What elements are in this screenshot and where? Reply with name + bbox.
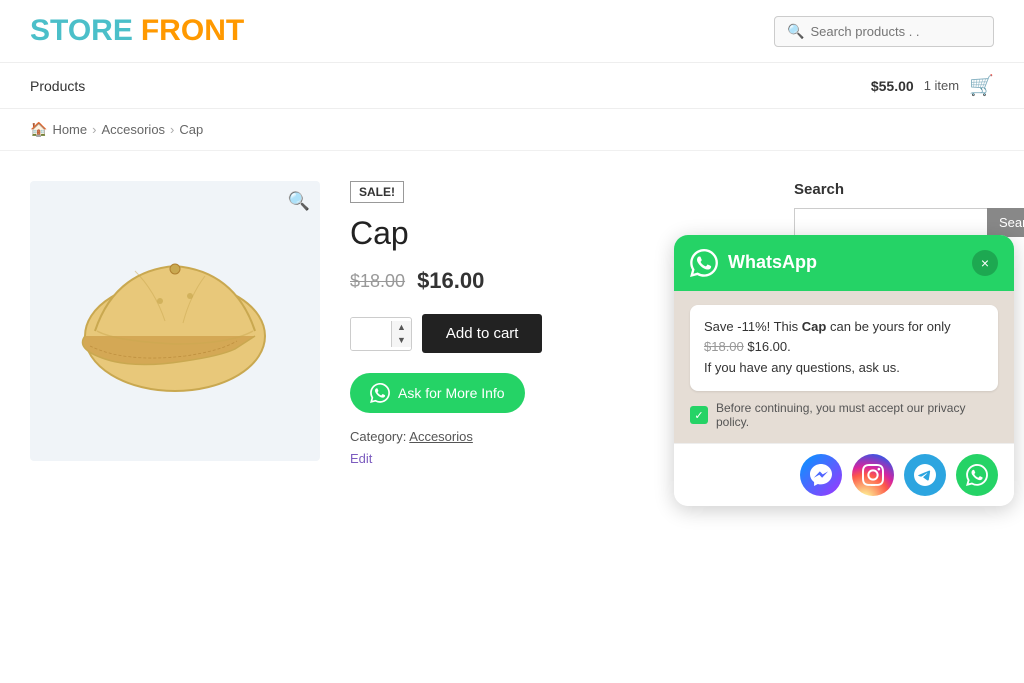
whatsapp-icon xyxy=(370,383,390,403)
quantity-field[interactable]: 1 xyxy=(351,318,391,350)
main-content: 🔍 xyxy=(0,151,1024,496)
privacy-text: Before continuing, you must accept our p… xyxy=(716,401,998,429)
sidebar-search-input[interactable] xyxy=(794,208,987,237)
messenger-icon xyxy=(810,464,832,486)
quantity-arrows: ▲ ▼ xyxy=(391,321,411,347)
wa-message-text: Save -11%! This Cap can be yours for onl… xyxy=(704,319,951,376)
breadcrumb-sep1: › xyxy=(92,122,96,137)
ask-for-info-button[interactable]: Ask for More Info xyxy=(350,373,525,413)
whatsapp-close-button[interactable]: × xyxy=(972,250,998,276)
whatsapp-popup-body: Save -11%! This Cap can be yours for onl… xyxy=(674,291,1014,443)
quantity-down[interactable]: ▼ xyxy=(392,334,411,347)
telegram-button[interactable] xyxy=(904,454,946,496)
original-price: $18.00 xyxy=(350,271,405,292)
header: STORE FRONT 🔍 xyxy=(0,0,1024,63)
cart-count: 1 item xyxy=(924,78,959,93)
wa-privacy-row: ✓ Before continuing, you must accept our… xyxy=(690,401,998,429)
home-icon: 🏠 xyxy=(30,121,47,138)
whatsapp-header-left: WhatsApp xyxy=(690,249,817,277)
whatsapp-message-bubble: Save -11%! This Cap can be yours for onl… xyxy=(690,305,998,391)
breadcrumb-category[interactable]: Accesorios xyxy=(101,122,165,137)
breadcrumb-home[interactable]: Home xyxy=(52,122,87,137)
sidebar-search-button[interactable]: Search xyxy=(987,208,1024,237)
logo-front: FRONT xyxy=(141,14,244,48)
instagram-button[interactable] xyxy=(852,454,894,496)
breadcrumb: 🏠 Home › Accesorios › Cap xyxy=(0,109,1024,151)
navbar: Products $55.00 1 item 🛒 xyxy=(0,63,1024,109)
ask-info-label: Ask for More Info xyxy=(398,385,505,401)
whatsapp-popup-title: WhatsApp xyxy=(728,252,817,273)
logo-store: STORE xyxy=(30,14,133,48)
category-label: Category: xyxy=(350,429,406,444)
cart-icon[interactable]: 🛒 xyxy=(969,73,994,98)
product-search-bar[interactable]: 🔍 xyxy=(774,16,994,47)
sidebar-search-row: Search xyxy=(794,208,994,237)
products-nav-link[interactable]: Products xyxy=(30,78,85,94)
quantity-up[interactable]: ▲ xyxy=(392,321,411,334)
privacy-checkbox[interactable]: ✓ xyxy=(690,406,708,424)
whatsapp-popup-footer xyxy=(674,443,1014,506)
whatsapp-social-icon xyxy=(966,464,988,486)
sale-price: $16.00 xyxy=(417,268,484,294)
category-link[interactable]: Accesorios xyxy=(409,429,473,444)
breadcrumb-current: Cap xyxy=(179,122,203,137)
sale-badge: SALE! xyxy=(350,181,404,203)
zoom-icon[interactable]: 🔍 xyxy=(288,191,310,212)
product-section: 🔍 xyxy=(30,181,754,466)
search-icon: 🔍 xyxy=(787,23,804,40)
whatsapp-logo-icon xyxy=(690,249,718,277)
cart-price: $55.00 xyxy=(871,78,914,94)
sidebar-search-label: Search xyxy=(794,181,994,198)
telegram-icon xyxy=(914,464,936,486)
breadcrumb-sep2: › xyxy=(170,122,174,137)
whatsapp-popup-header: WhatsApp × xyxy=(674,235,1014,291)
messenger-button[interactable] xyxy=(800,454,842,496)
whatsapp-social-button[interactable] xyxy=(956,454,998,496)
logo: STORE FRONT xyxy=(30,14,244,48)
instagram-icon xyxy=(862,464,884,486)
search-input[interactable] xyxy=(810,24,981,39)
cart-info: $55.00 1 item 🛒 xyxy=(871,73,994,98)
whatsapp-popup: WhatsApp × Save -11%! This Cap can be yo… xyxy=(674,235,1014,506)
quantity-input[interactable]: 1 ▲ ▼ xyxy=(350,317,412,351)
product-image-wrap: 🔍 xyxy=(30,181,320,461)
add-to-cart-button[interactable]: Add to cart xyxy=(422,314,543,353)
product-image xyxy=(65,231,285,411)
edit-link[interactable]: Edit xyxy=(350,451,372,466)
